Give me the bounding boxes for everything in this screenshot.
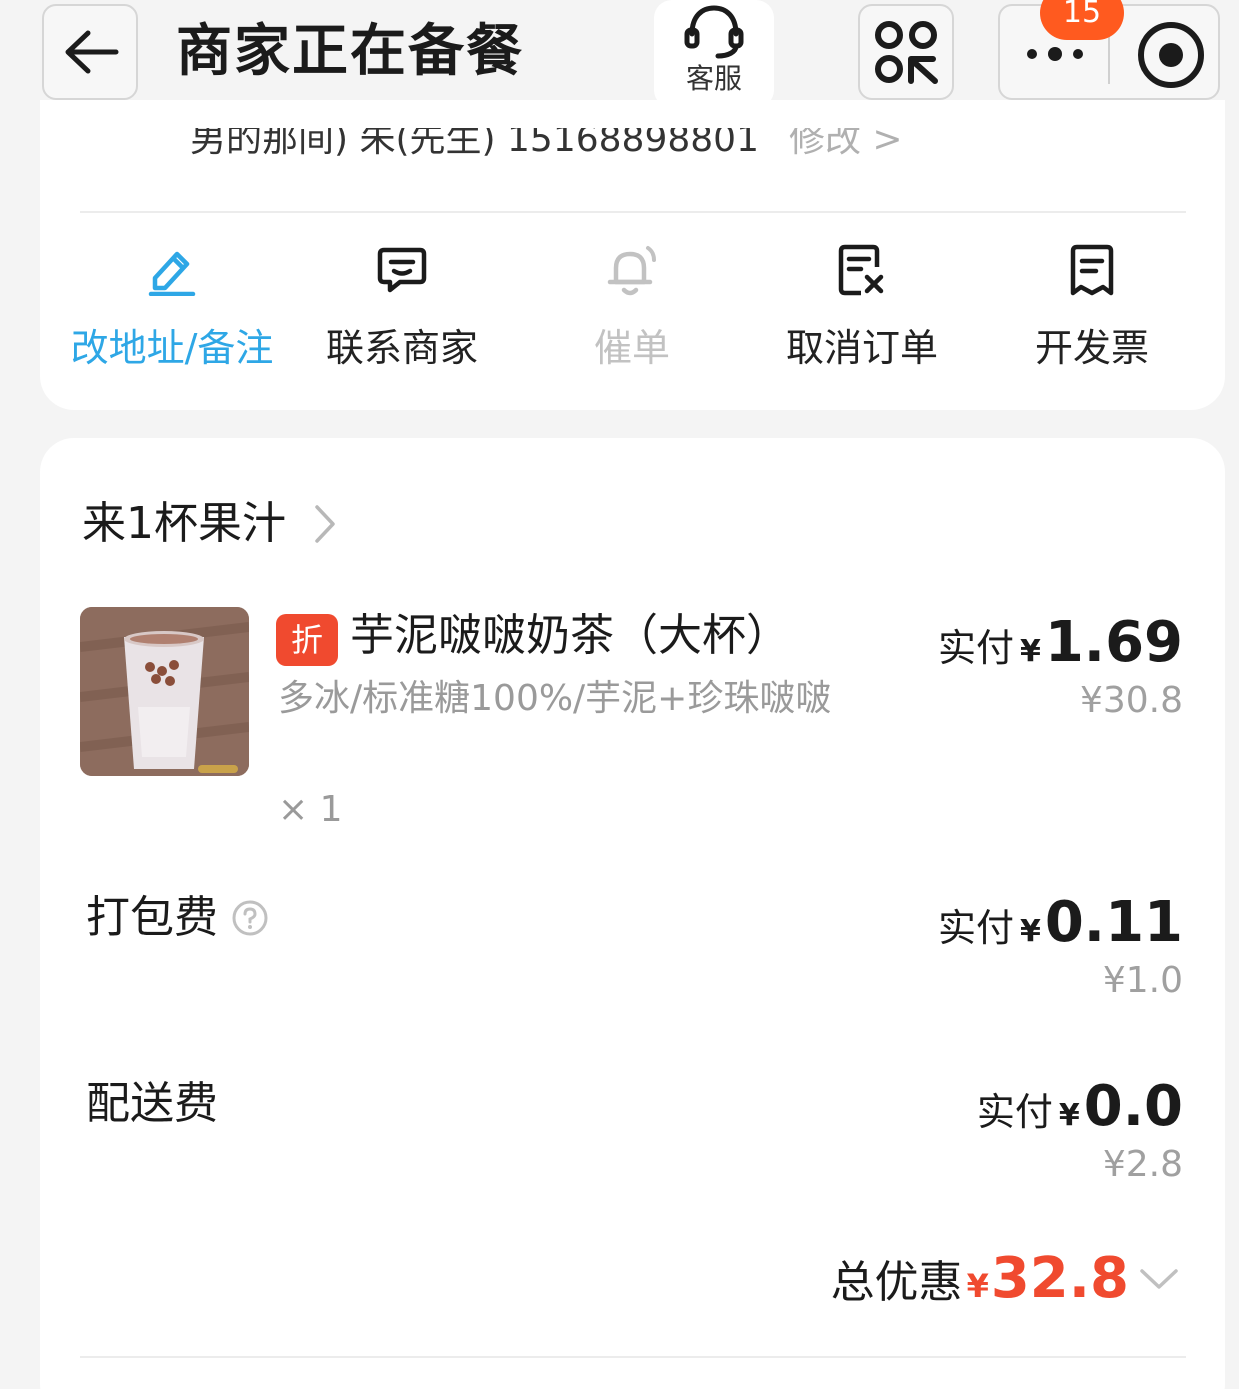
paid-label: 实付 bbox=[937, 906, 1014, 950]
headset-icon bbox=[684, 5, 744, 59]
customer-service-label: 客服 bbox=[685, 62, 742, 95]
bell-icon bbox=[607, 246, 656, 296]
notification-badge: 15 bbox=[1040, 0, 1124, 40]
shop-link[interactable]: 来1杯果汁 bbox=[82, 494, 336, 554]
product-spec: 多冰/标准糖100%/芋泥+珍珠啵啵 bbox=[278, 678, 832, 719]
delivery-fee-row: 配送费 bbox=[86, 1074, 218, 1134]
currency-symbol: ¥ bbox=[966, 1267, 989, 1305]
original-price: ¥2.8 bbox=[1102, 1144, 1183, 1185]
divider bbox=[80, 211, 1186, 213]
order-detail-card: 来1杯果汁 折 芋泥啵啵奶茶（大杯） 多冰/标准糖100%/芋泥+珍珠啵啵 × … bbox=[40, 438, 1225, 1389]
paid-label: 实付 bbox=[937, 626, 1014, 670]
customer-service-button[interactable]: 客服 bbox=[654, 0, 774, 108]
contact-merchant-button[interactable]: 联系商家 bbox=[287, 240, 517, 376]
discount-tag: 折 bbox=[276, 614, 338, 666]
cancel-order-button[interactable]: 取消订单 bbox=[747, 240, 977, 376]
more-icon[interactable] bbox=[1022, 36, 1088, 76]
address-edit-link[interactable]: 修改 > bbox=[789, 128, 903, 158]
cancel-order-icon bbox=[838, 244, 884, 296]
divider bbox=[80, 1356, 1186, 1358]
issue-invoice-button[interactable]: 开发票 bbox=[977, 240, 1207, 376]
question-icon[interactable] bbox=[230, 898, 270, 938]
capsule-divider bbox=[1108, 32, 1110, 84]
milk-tea-cup-icon bbox=[80, 607, 249, 776]
action-label: 取消订单 bbox=[785, 326, 938, 370]
page-title: 商家正在备餐 bbox=[176, 19, 524, 84]
currency-symbol: ¥ bbox=[1019, 634, 1041, 669]
chevron-down-icon bbox=[1140, 1268, 1178, 1289]
action-bar: 改地址/备注 联系商家 催单 取消订单 开发票 bbox=[40, 240, 1225, 370]
total-discount-label: 总优惠 bbox=[830, 1257, 963, 1308]
delivery-fee-label: 配送费 bbox=[86, 1078, 218, 1129]
total-discount-amount: 32.8 bbox=[990, 1246, 1129, 1311]
action-label: 联系商家 bbox=[325, 326, 478, 370]
original-price: ¥30.8 bbox=[1079, 680, 1183, 721]
product-name: 芋泥啵啵奶茶（大杯） bbox=[350, 610, 790, 661]
delivery-address: 男的那间) 朱(先生) 15168898801 修改 > bbox=[190, 128, 1150, 158]
product-price: 实付 ¥ 1.69 ¥30.8 bbox=[938, 610, 1183, 723]
delivery-fee-price: 实付 ¥ 0.0 ¥2.8 bbox=[977, 1074, 1183, 1187]
paid-amount: 1.69 bbox=[1044, 610, 1183, 675]
close-miniprogram-icon[interactable] bbox=[1136, 20, 1206, 90]
paid-label: 实付 bbox=[976, 1090, 1053, 1134]
original-price: ¥1.0 bbox=[1102, 960, 1183, 1001]
address-text: 男的那间) 朱(先生) 15168898801 bbox=[190, 128, 759, 158]
action-label: 改地址/备注 bbox=[70, 326, 274, 370]
scan-button[interactable] bbox=[858, 4, 954, 100]
total-discount-toggle[interactable]: 总优惠 ¥ 32.8 bbox=[831, 1246, 1179, 1311]
action-label: 催单 bbox=[593, 326, 670, 370]
currency-symbol: ¥ bbox=[1019, 914, 1041, 949]
chevron-right-icon bbox=[315, 505, 335, 543]
packing-fee-price: 实付 ¥ 0.11 ¥1.0 bbox=[938, 890, 1183, 1003]
packing-fee-label: 打包费 bbox=[86, 892, 218, 943]
order-actions-card: 男的那间) 朱(先生) 15168898801 修改 > 改地址/备注 联系商家… bbox=[40, 100, 1225, 410]
action-label: 开发票 bbox=[1034, 326, 1149, 370]
paid-amount: 0.0 bbox=[1083, 1074, 1183, 1139]
currency-symbol: ¥ bbox=[1058, 1098, 1080, 1133]
back-button[interactable] bbox=[42, 4, 138, 100]
arrow-left-icon bbox=[65, 30, 119, 74]
message-icon bbox=[377, 247, 427, 293]
change-address-note-button[interactable]: 改地址/备注 bbox=[57, 240, 287, 376]
product-image[interactable] bbox=[80, 607, 249, 776]
invoice-icon bbox=[1070, 244, 1114, 296]
packing-fee-row: 打包费 bbox=[86, 888, 270, 948]
product-quantity: × 1 bbox=[278, 789, 343, 830]
paid-amount: 0.11 bbox=[1044, 890, 1183, 955]
urge-order-button[interactable]: 催单 bbox=[517, 240, 747, 376]
shop-name: 来1杯果汁 bbox=[82, 498, 286, 549]
scan-code-icon bbox=[875, 21, 938, 84]
edit-icon bbox=[148, 251, 196, 296]
